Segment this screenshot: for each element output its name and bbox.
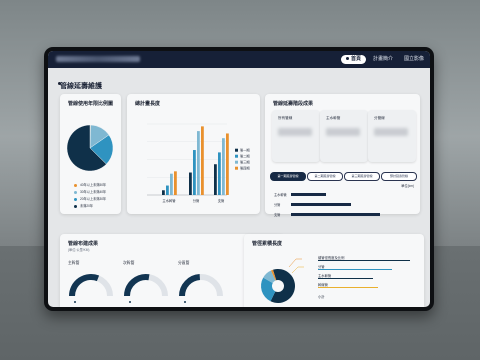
legend-label: 40年以上未滿50年	[80, 183, 107, 187]
legend-label: 第四期	[240, 165, 250, 170]
stat-box-branch-value-blurred	[374, 128, 408, 136]
x-tick-label: 支管	[218, 198, 225, 203]
legend-label: 第一期	[240, 147, 250, 152]
total-length-bar-chart: 主水幹管 分管 支管 第一期第二期第三期第四期	[147, 123, 250, 203]
legend-swatch	[235, 166, 238, 170]
bar-支管-第四期[interactable]	[226, 133, 229, 195]
results-card-title: 管線延壽階段成果	[273, 101, 314, 107]
stat-box-main-value-blurred	[326, 128, 360, 136]
stat-box-all-value-blurred	[278, 128, 312, 136]
life-extension-results-card: 管線延壽階段成果 所有管線 主水幹管 分管線 第一期延壽管線 第二期延壽管線 第…	[265, 94, 420, 217]
unit-label: 單位(km)	[401, 184, 414, 188]
legend-swatch	[74, 183, 77, 187]
stat-box-main[interactable]: 主水幹管	[320, 110, 368, 162]
gauge-label: 次幹管	[123, 261, 135, 265]
pie-legend-item: 30年以上未滿40年	[74, 189, 106, 194]
legend-swatch	[235, 160, 238, 164]
pie-legend-item: 40年以上未滿50年	[74, 182, 106, 187]
page-title: 管線延壽維護	[60, 83, 102, 90]
gauge-2	[124, 274, 168, 303]
pipe-age-card-title: 管線使用年限比例圖	[68, 101, 114, 107]
stat-box-branch-label: 分管線	[374, 116, 385, 120]
pie-legend-item: 未滿20年	[74, 203, 93, 208]
top-navigation-bar: 首頁 計畫簡介 國立影像	[48, 51, 430, 68]
legend-swatch	[235, 154, 238, 158]
bar-主水幹管-第三期[interactable]	[170, 173, 173, 195]
bar-主水幹管-第一期[interactable]	[162, 190, 165, 195]
gauge-label: 分區管	[178, 261, 190, 265]
legend-label: 第二期	[240, 153, 250, 158]
pipe-age-card: 管線使用年限比例圖 40年以上未滿50年 30年以上未滿40年 20年以上未滿30年…	[60, 94, 121, 214]
bar-分管-第二期[interactable]	[193, 150, 196, 195]
bar-支管-第一期[interactable]	[214, 164, 217, 195]
gauge-fill	[69, 274, 100, 297]
pipe-age-pie-chart	[66, 124, 114, 172]
pipe-diameter-card: 管徑累積長度 總管徑長度及比例 分管 主水幹管 幹線管 小計	[244, 234, 424, 307]
hbar-支管[interactable]	[291, 213, 380, 216]
diameter-list-bar	[318, 286, 378, 288]
hbar-分管[interactable]	[291, 203, 351, 206]
gauge-3	[179, 274, 223, 303]
pie-legend-item: 20年以上未滿30年	[74, 196, 106, 201]
gauge-label: 主幹管	[68, 261, 80, 265]
bar-主水幹管-第四期[interactable]	[174, 171, 177, 195]
diameter-list-bar	[318, 277, 373, 279]
gauge-fill	[124, 274, 150, 297]
legend-swatch	[74, 197, 77, 201]
legend-label: 30年以上未滿40年	[80, 190, 107, 194]
legend-label: 第三期	[240, 159, 250, 164]
home-dot-icon	[346, 57, 349, 61]
hbar-label: 支管	[274, 213, 281, 217]
bar-分管-第四期[interactable]	[201, 126, 204, 195]
legend-swatch	[74, 190, 77, 194]
hbar-label: 主水幹管	[274, 193, 287, 197]
gauge-fill	[179, 274, 201, 297]
legend-label: 未滿20年	[80, 204, 94, 208]
bar-分管-第三期[interactable]	[197, 131, 200, 195]
diameter-list-bar	[318, 268, 392, 270]
dashboard-screen: 首頁 計畫簡介 國立影像 管線延壽維護 管線使用年限比例圖 40年以上未滿50年…	[48, 51, 430, 307]
construction-unit: (單位:公里/KM)	[68, 248, 90, 252]
legend-label: 20年以上未滿30年	[80, 197, 107, 201]
hbar-label: 分管	[274, 203, 281, 207]
stat-box-all-label: 所有管線	[278, 116, 293, 120]
diameter-list-subtotal: 小計	[318, 295, 325, 299]
bar-支管-第三期[interactable]	[222, 138, 225, 195]
x-tick-label: 分管	[193, 198, 200, 203]
nav-project-intro[interactable]: 計畫簡介	[373, 55, 393, 64]
total-length-card: 總計畫長度 主水幹管 分管 支管 第一期 第二期 第三期 第四期	[127, 94, 260, 214]
legend-swatch	[235, 148, 238, 152]
tab-planned[interactable]: 預計延壽管線	[381, 172, 417, 181]
bar-分管-第一期[interactable]	[189, 172, 192, 195]
stat-box-all[interactable]: 所有管線	[272, 110, 320, 162]
gauge-1	[69, 274, 113, 303]
x-tick-label: 主水幹管	[162, 198, 176, 203]
tab-phase-one[interactable]: 第一期延壽管線	[270, 172, 306, 181]
construction-card-title: 管線布建成果	[68, 241, 99, 247]
nav-home-label: 首頁	[351, 56, 362, 62]
nav-national-images[interactable]: 國立影像	[404, 55, 424, 64]
bar-支管-第二期[interactable]	[218, 152, 221, 195]
hbar-主水幹管[interactable]	[291, 193, 326, 196]
site-logo-blurred[interactable]	[56, 56, 140, 62]
tab-phase-three[interactable]: 第三期延壽管線	[344, 172, 380, 181]
stat-box-main-label: 主水幹管	[326, 116, 341, 120]
stat-box-branch[interactable]: 分管線	[368, 110, 416, 162]
nav-home[interactable]: 首頁	[341, 55, 367, 64]
legend-swatch	[74, 204, 77, 208]
tab-phase-two[interactable]: 第二期延壽管線	[307, 172, 343, 181]
diameter-list-bar	[318, 259, 410, 261]
diameter-donut-chart	[261, 258, 304, 303]
bar-主水幹管-第二期[interactable]	[166, 185, 169, 195]
